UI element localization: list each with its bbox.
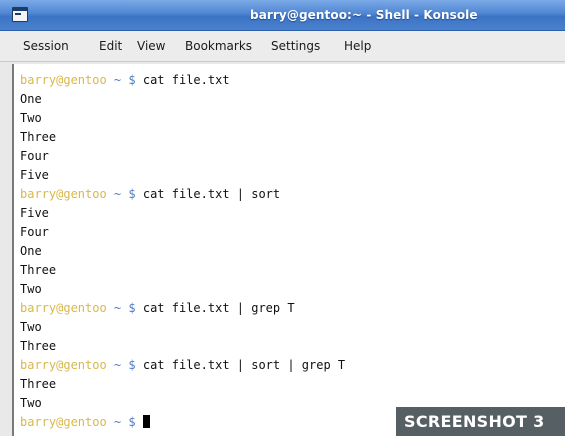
- output-line: Three: [20, 130, 57, 144]
- prompt-directory: ~: [106, 358, 129, 372]
- menu-edit[interactable]: Edit: [99, 39, 122, 53]
- prompt-user: barry@gentoo: [20, 187, 107, 201]
- prompt-symbol: $: [128, 301, 143, 315]
- output-line: Five: [20, 206, 49, 220]
- prompt-user: barry@gentoo: [20, 301, 107, 315]
- command-text: cat file.txt | grep T: [142, 301, 295, 315]
- command-line: barry@gentoo ~ $ cat file.txt | grep T: [20, 299, 295, 317]
- menu-bookmarks[interactable]: Bookmarks: [185, 39, 252, 53]
- menu-session[interactable]: Session: [23, 39, 69, 53]
- output-line: One: [20, 244, 42, 258]
- command-text: cat file.txt | sort | grep T: [142, 358, 346, 372]
- command-text: cat file.txt: [142, 73, 230, 87]
- terminal-icon-bar: [13, 8, 27, 11]
- prompt-user: barry@gentoo: [20, 73, 107, 87]
- prompt-symbol: $: [128, 73, 143, 87]
- output-line: Two: [20, 320, 42, 334]
- prompt-symbol: $: [128, 415, 143, 429]
- menu-bar: Session Edit View Bookmarks Settings Hel…: [0, 31, 565, 62]
- output-line: Three: [20, 377, 57, 391]
- terminal-output[interactable]: barry@gentoo ~ $ cat file.txt One Two Three…: [12, 64, 565, 436]
- command-line: barry@gentoo ~ $ cat file.txt: [20, 71, 230, 89]
- output-line: Four: [20, 225, 49, 239]
- screenshot-banner: SCREENSHOT 3: [396, 407, 565, 436]
- screenshot-banner-label: SCREENSHOT 3: [404, 412, 545, 431]
- prompt-directory: ~: [106, 415, 129, 429]
- prompt-user: barry@gentoo: [20, 358, 107, 372]
- window-title: barry@gentoo:~ - Shell - Konsole: [250, 8, 478, 22]
- output-line: Three: [20, 263, 57, 277]
- output-line: Five: [20, 168, 49, 182]
- text-cursor: [142, 415, 150, 428]
- prompt-directory: ~: [106, 187, 129, 201]
- command-text: cat file.txt | sort: [142, 187, 281, 201]
- prompt-directory: ~: [106, 301, 129, 315]
- prompt-symbol: $: [128, 187, 143, 201]
- output-line: Two: [20, 111, 42, 125]
- output-line: Four: [20, 149, 49, 163]
- prompt-directory: ~: [106, 73, 129, 87]
- menu-settings[interactable]: Settings: [271, 39, 320, 53]
- menu-help[interactable]: Help: [344, 39, 371, 53]
- output-line: One: [20, 92, 42, 106]
- command-line: barry@gentoo ~ $ cat file.txt | sort: [20, 185, 280, 203]
- prompt-user: barry@gentoo: [20, 415, 107, 429]
- window-titlebar[interactable]: barry@gentoo:~ - Shell - Konsole: [0, 0, 565, 31]
- prompt-symbol: $: [128, 358, 143, 372]
- terminal-icon-line: [15, 13, 21, 15]
- terminal-icon[interactable]: [12, 7, 28, 22]
- menu-view[interactable]: View: [137, 39, 165, 53]
- output-line: Two: [20, 282, 42, 296]
- output-line: Three: [20, 339, 57, 353]
- command-line: barry@gentoo ~ $: [20, 413, 150, 431]
- output-line: Two: [20, 396, 42, 410]
- command-line: barry@gentoo ~ $ cat file.txt | sort | g…: [20, 356, 345, 374]
